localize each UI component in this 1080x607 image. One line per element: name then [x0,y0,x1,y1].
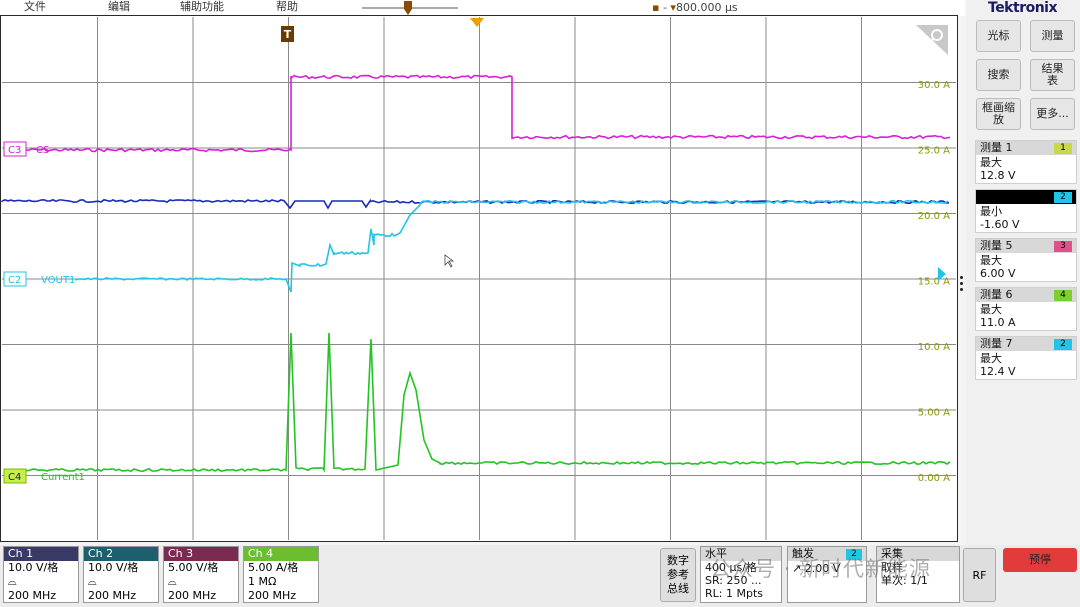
panel-resize-handle[interactable] [960,276,964,294]
channel-scale: 5.00 A/格 [248,561,299,574]
measurement-source-badge: 2 [1054,339,1072,350]
measure-button[interactable]: 测量 [1030,20,1075,52]
measurement-source-badge: 1 [1054,143,1072,154]
channel-badge-2[interactable]: Ch 2 10.0 V/格 ⌓ 200 MHz [83,546,159,603]
c3-name-label: CS [36,145,49,156]
measurement-value: -1.60 V [980,218,1020,231]
channel-name: Ch 2 [84,547,158,561]
cursor-button[interactable]: 光标 [976,20,1021,52]
channel-bandwidth: 200 MHz [248,589,297,602]
measurement-stat: 最大 [980,156,1002,169]
watermark-text: 公众号 · 新时代新能源 [710,557,932,581]
scale-label: 25.0 A [918,146,950,157]
measurement-stat: 最小 [980,205,1002,218]
search-button[interactable]: 搜索 [976,59,1021,91]
waveform-zoom-button[interactable]: 框画缩放 [976,98,1021,130]
c2-name-label: VOUT1 [41,275,75,286]
record-length: RL: 1 Mpts [705,587,763,600]
measurement-badge[interactable]: 测量 1 1 最大 12.8 V [975,140,1077,184]
more-button[interactable]: 更多... [1030,98,1075,130]
measurement-value: 12.8 V [980,169,1016,182]
horizontal-position-readout[interactable]: ▪ - ▾800.000 µs [652,1,738,14]
measurement-source-badge: 3 [1054,241,1072,252]
scale-label: 5.00 A [918,408,950,419]
channel-bandwidth: 200 MHz [88,589,137,602]
channel-bandwidth: 200 MHz [168,589,217,602]
horizontal-position-value: 800.000 µs [675,1,738,14]
oscilloscope-app: 文件 编辑 辅助功能 帮助 ▪ - ▾800.000 µs 30.0 A 25.0… [0,0,1080,607]
measurement-value: 12.4 V [980,365,1016,378]
probe-icon: ⌓ [88,575,97,588]
brand-logo: Tektronix [988,0,1058,16]
channel-name: Ch 3 [164,547,238,561]
channel-scale: 10.0 V/格 [8,561,59,574]
measurement-stat: 最大 [980,352,1002,365]
waveform-display[interactable]: 30.0 A 25.0 A 20.0 A 15.0 A 10.0 A 5.00 A 0.00… [0,15,958,542]
channel-name: Ch 4 [244,547,318,561]
menu-utilities[interactable]: 辅助功能 [180,0,224,14]
menu-file[interactable]: 文件 [24,0,46,14]
channel-scale: 5.00 V/格 [168,561,219,574]
measurement-badge[interactable]: 测量 5 3 最大 6.00 V [975,238,1077,282]
probe-icon: ⌓ [8,575,17,588]
c2-tag-label: C2 [8,275,21,286]
record-view-bar[interactable] [360,0,460,16]
measurement-source-badge: 4 [1054,290,1072,301]
math-ref-bus-button[interactable]: 数字 参考 总线 [660,548,696,602]
c4-tag[interactable]: C4 Current1 [3,468,85,484]
measurement-value: 11.0 A [980,316,1016,329]
menu-edit[interactable]: 编辑 [108,0,130,14]
measurement-source-badge: 2 [1054,192,1072,203]
scale-label: 0.00 A [918,473,950,484]
measurement-value: 6.00 V [980,267,1016,280]
probe-icon: ⌓ [168,575,177,588]
channel-bandwidth: 200 MHz [8,589,57,602]
scale-label: 15.0 A [918,277,950,288]
measurement-badge[interactable]: 测量 6 4 最大 11.0 A [975,287,1077,331]
channel-badge-4[interactable]: Ch 4 5.00 A/格 1 MΩ 200 MHz [243,546,319,603]
c4-name-label: Current1 [41,472,85,483]
menu-help[interactable]: 帮助 [276,0,298,14]
channel-badge-3[interactable]: Ch 3 5.00 V/格 ⌓ 200 MHz [163,546,239,603]
trigger-marker-label: T [284,28,292,41]
channel-badge-1[interactable]: Ch 1 10.0 V/格 ⌓ 200 MHz [3,546,79,603]
channel-scale: 10.0 V/格 [88,561,139,574]
c3-tag-label: C3 [8,145,21,156]
scale-label: 30.0 A [918,80,950,91]
measurement-badge[interactable]: 2 最小 -1.60 V [975,189,1077,233]
c4-tag-label: C4 [8,472,21,483]
results-table-button[interactable]: 结果 表 [1030,59,1075,91]
channel-name: Ch 1 [4,547,78,561]
scale-label: 10.0 A [918,342,950,353]
trigger-position-marker[interactable]: T [281,26,294,42]
measurement-stat: 最大 [980,254,1002,267]
channel-termination: 1 MΩ [248,575,277,588]
measurement-stat: 最大 [980,303,1002,316]
rf-button[interactable]: RF [963,548,996,602]
measurement-badge[interactable]: 测量 7 2 最大 12.4 V [975,336,1077,380]
scale-label: 20.0 A [918,211,950,222]
menu-bar: 文件 编辑 辅助功能 帮助 ▪ - ▾800.000 µs [0,0,965,16]
run-stop-button[interactable]: 预停 [1003,548,1077,572]
